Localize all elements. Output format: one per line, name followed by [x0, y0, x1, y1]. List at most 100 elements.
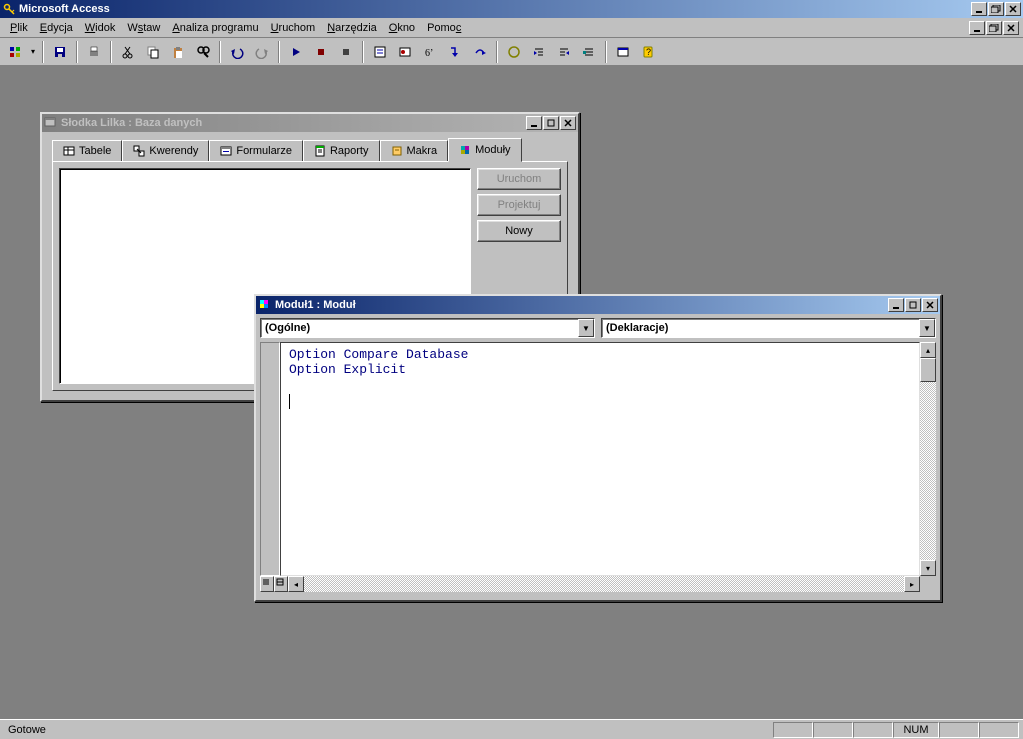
form-icon: [220, 145, 232, 157]
db-maximize-button[interactable]: [543, 116, 559, 130]
object-browser-icon[interactable]: [612, 41, 634, 63]
module-window-title: Moduł1 : Moduł: [275, 299, 356, 311]
menu-narzedzia[interactable]: Narzędzia: [321, 20, 383, 36]
database-window-title: Słodka Lilka : Baza danych: [61, 117, 202, 129]
tab-raporty[interactable]: Raporty: [303, 140, 380, 162]
horizontal-scrollbar[interactable]: ◂ ▸: [260, 576, 920, 592]
menu-uruchom[interactable]: Uruchom: [265, 20, 322, 36]
svg-text:?: ?: [646, 47, 651, 57]
db-minimize-button[interactable]: [526, 116, 542, 130]
breakpoint-icon[interactable]: [394, 41, 416, 63]
mdi-area: Słodka Lilka : Baza danych Tabele Kweren…: [0, 66, 1023, 719]
statusbar: Gotowe NUM: [0, 719, 1023, 739]
scroll-track[interactable]: [920, 358, 936, 560]
app-titlebar: Microsoft Access: [0, 0, 1023, 18]
menu-edycja[interactable]: Edycja: [34, 20, 79, 36]
mod-close-button[interactable]: [922, 298, 938, 312]
menu-plik[interactable]: Plik: [4, 20, 34, 36]
print-icon[interactable]: [83, 41, 105, 63]
mod-minimize-button[interactable]: [888, 298, 904, 312]
run-button[interactable]: Uruchom: [477, 168, 561, 190]
watch-icon[interactable]: 6ʼ: [419, 41, 441, 63]
paste-icon[interactable]: [167, 41, 189, 63]
module-window: Moduł1 : Moduł (Ogólne) ▼ (Deklaracje) ▼…: [254, 294, 942, 602]
redo-icon[interactable]: [251, 41, 273, 63]
undo-icon[interactable]: [226, 41, 248, 63]
status-cell: [853, 722, 893, 738]
find-icon[interactable]: [192, 41, 214, 63]
toolbar-separator: [42, 41, 44, 63]
mod-maximize-button[interactable]: [905, 298, 921, 312]
text-cursor: [289, 394, 290, 409]
run-icon[interactable]: [285, 41, 307, 63]
save-icon[interactable]: [49, 41, 71, 63]
scroll-track[interactable]: [304, 576, 904, 592]
menu-analiza[interactable]: Analiza programu: [166, 20, 264, 36]
vertical-scrollbar[interactable]: ▴ ▾: [920, 342, 936, 576]
scroll-down-icon[interactable]: ▾: [920, 560, 936, 576]
new-button[interactable]: Nowy: [477, 220, 561, 242]
access-key-icon: [2, 2, 16, 16]
status-num: NUM: [893, 722, 939, 738]
code-gutter[interactable]: [260, 342, 280, 576]
module-window-titlebar[interactable]: Moduł1 : Moduł: [256, 296, 940, 314]
object-combo[interactable]: (Ogólne) ▼: [260, 318, 595, 338]
query-icon: [133, 145, 145, 157]
tool-view-icon[interactable]: [4, 41, 26, 63]
stop-icon[interactable]: [310, 41, 332, 63]
mdi-minimize-button[interactable]: [969, 21, 985, 35]
app-restore-button[interactable]: [988, 2, 1004, 16]
tool-view-dropdown[interactable]: ▾: [29, 41, 37, 63]
database-window-titlebar[interactable]: Słodka Lilka : Baza danych: [42, 114, 578, 132]
scroll-right-icon[interactable]: ▸: [904, 576, 920, 592]
app-close-button[interactable]: [1005, 2, 1021, 16]
indent-icon[interactable]: [528, 41, 550, 63]
chevron-down-icon[interactable]: ▼: [578, 319, 594, 337]
mdi-restore-button[interactable]: [986, 21, 1002, 35]
scroll-up-icon[interactable]: ▴: [920, 342, 936, 358]
design-button[interactable]: Projektuj: [477, 194, 561, 216]
menu-widok[interactable]: Widok: [79, 20, 122, 36]
tab-formularze[interactable]: Formularze: [209, 140, 303, 162]
menu-wstaw[interactable]: Wstaw: [121, 20, 166, 36]
code-editor[interactable]: Option Compare Database Option Explicit: [280, 342, 920, 576]
menu-pomoc[interactable]: Pomoc: [421, 20, 467, 36]
tab-moduly[interactable]: Moduły: [448, 138, 521, 162]
toolbar-separator: [278, 41, 280, 63]
procedure-combo[interactable]: (Deklaracje) ▼: [601, 318, 936, 338]
db-tabs: Tabele Kwerendy Formularze Raporty Makra…: [52, 138, 568, 162]
db-close-button[interactable]: [560, 116, 576, 130]
mdi-close-button[interactable]: [1003, 21, 1019, 35]
bookmark-icon[interactable]: [578, 41, 600, 63]
chevron-down-icon[interactable]: ▼: [919, 319, 935, 337]
outdent-icon[interactable]: [553, 41, 575, 63]
compile-icon[interactable]: [369, 41, 391, 63]
tab-tabele[interactable]: Tabele: [52, 140, 122, 162]
cut-icon[interactable]: [117, 41, 139, 63]
procedure-view-icon[interactable]: [260, 576, 274, 592]
app-minimize-button[interactable]: [971, 2, 987, 16]
status-cell: [813, 722, 853, 738]
copy-icon[interactable]: [142, 41, 164, 63]
help-icon[interactable]: ?: [637, 41, 659, 63]
reset-icon[interactable]: [335, 41, 357, 63]
full-module-view-icon[interactable]: [274, 576, 288, 592]
module-icon: [258, 298, 272, 312]
step-into-icon[interactable]: [444, 41, 466, 63]
toolbar-separator: [605, 41, 607, 63]
report-icon: [314, 145, 326, 157]
scroll-thumb[interactable]: [920, 358, 936, 382]
macro-icon: [391, 145, 403, 157]
procedure-combo-value: (Deklaracje): [602, 322, 672, 334]
tab-kwerendy[interactable]: Kwerendy: [122, 140, 209, 162]
step-over-icon[interactable]: [469, 41, 491, 63]
svg-text:6ʼ: 6ʼ: [425, 48, 433, 59]
scroll-left-icon[interactable]: ◂: [288, 576, 304, 592]
tab-makra[interactable]: Makra: [380, 140, 449, 162]
object-combo-value: (Ogólne): [261, 322, 314, 334]
toolbar-separator: [362, 41, 364, 63]
table-icon: [63, 145, 75, 157]
break-icon[interactable]: [503, 41, 525, 63]
menu-okno[interactable]: Okno: [383, 20, 421, 36]
toolbar-separator: [496, 41, 498, 63]
